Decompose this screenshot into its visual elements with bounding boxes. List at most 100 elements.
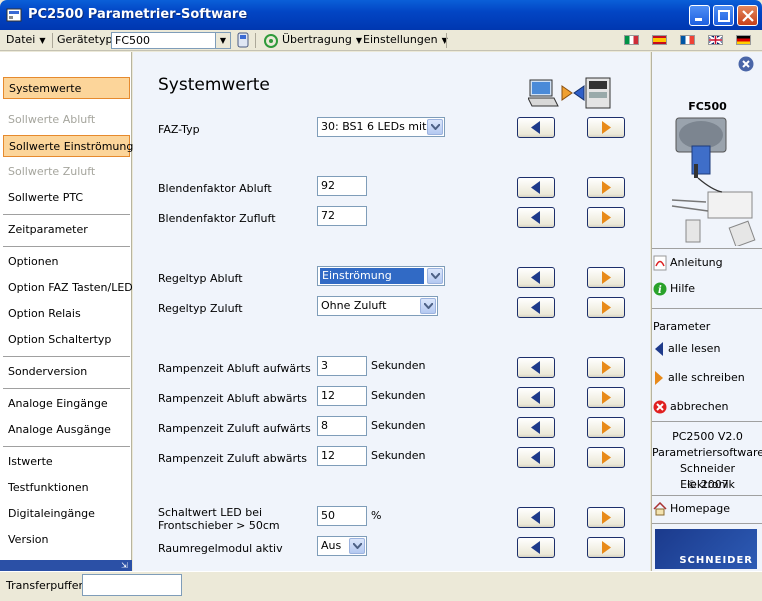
regeltyp-zuluft-select[interactable]: Ohne Zuluft <box>317 296 438 316</box>
read-blendenfaktor-abluft-button[interactable] <box>517 177 555 198</box>
write-rampenzeit-zuluft-abwaerts-button[interactable] <box>587 447 625 468</box>
device-type-select[interactable]: FC500 ▼ <box>111 32 231 49</box>
read-blendenfaktor-zufluft-button[interactable] <box>517 207 555 228</box>
arrow-right-icon <box>602 541 611 554</box>
minimize-button[interactable] <box>689 5 710 26</box>
close-panel-icon[interactable] <box>738 56 754 72</box>
panel-divider <box>652 523 762 524</box>
read-regeltyp-abluft-button[interactable] <box>517 267 555 288</box>
homepage-link[interactable]: Homepage <box>653 501 730 516</box>
help-link[interactable]: i Hilfe <box>653 282 695 296</box>
menu-transfer[interactable]: Übertragung ▼ <box>282 33 362 46</box>
device-name: FC500 <box>688 100 727 113</box>
sidebar-item-version[interactable]: Version <box>3 529 130 551</box>
read-all-button[interactable]: alle lesen <box>653 342 720 356</box>
arrow-left-icon <box>531 121 540 134</box>
sidebar-item-optionen[interactable]: Optionen <box>3 251 130 273</box>
close-icon <box>742 10 754 22</box>
menu-settings[interactable]: Einstellungen ▼ <box>363 33 448 46</box>
manual-link[interactable]: Anleitung <box>653 255 723 271</box>
sidebar-item-testfunktionen[interactable]: Testfunktionen <box>3 477 130 499</box>
faz-type-select[interactable]: 30: BS1 6 LEDs mit E <box>317 117 445 137</box>
close-button[interactable] <box>737 5 758 26</box>
flag-germany-icon[interactable] <box>736 35 751 45</box>
page-title: Systemwerte <box>158 75 270 95</box>
raumregelmodul-select[interactable]: Aus <box>317 536 367 556</box>
write-blendenfaktor-abluft-button[interactable] <box>587 177 625 198</box>
arrow-left-icon <box>531 181 540 194</box>
read-rampenzeit-zuluft-aufwaerts-button[interactable] <box>517 417 555 438</box>
maximize-button[interactable] <box>713 5 734 26</box>
flag-france-icon[interactable] <box>680 35 695 45</box>
blendenfaktor-zufluft-input[interactable]: 72 <box>317 206 367 226</box>
sidebar-item-sollwerte-einstroemung[interactable]: Sollwerte Einströmung <box>3 135 133 157</box>
arrow-right-icon <box>602 121 611 134</box>
sidebar-item-sonderversion[interactable]: Sonderversion <box>3 361 130 383</box>
sidebar-item-digitaleingaenge[interactable]: Digitaleingänge <box>3 503 130 525</box>
sidebar-item-systemwerte[interactable]: Systemwerte <box>3 77 130 99</box>
read-rampenzeit-abluft-abwaerts-button[interactable] <box>517 387 555 408</box>
resize-grip-icon[interactable]: ⇲ <box>121 561 130 570</box>
write-regeltyp-abluft-button[interactable] <box>587 267 625 288</box>
read-schaltwert-led-button[interactable] <box>517 507 555 528</box>
percent-unit-label: % <box>371 509 382 522</box>
write-rampenzeit-zuluft-aufwaerts-button[interactable] <box>587 417 625 438</box>
sidebar-item-analoge-ausgaenge[interactable]: Analoge Ausgänge <box>3 419 130 441</box>
arrow-left-icon <box>531 361 540 374</box>
menu-separator <box>255 33 256 48</box>
sidebar-item-istwerte[interactable]: Istwerte <box>3 451 130 473</box>
write-blendenfaktor-zufluft-button[interactable] <box>587 207 625 228</box>
read-rampenzeit-zuluft-abwaerts-button[interactable] <box>517 447 555 468</box>
read-raumregelmodul-button[interactable] <box>517 537 555 558</box>
schneider-logo: SCHNEIDER <box>655 529 757 569</box>
write-rampenzeit-abluft-abwaerts-button[interactable] <box>587 387 625 408</box>
minimize-icon <box>695 18 702 21</box>
transfer-icon <box>264 34 278 48</box>
device-icon[interactable] <box>237 32 249 48</box>
schaltwert-led-label-line2: Frontschieber > 50cm <box>158 519 280 532</box>
main-panel: Systemwerte FAZ-Typ 30: BS1 6 LEDs mit E… <box>133 52 650 571</box>
write-all-button[interactable]: alle schreiben <box>653 371 745 385</box>
flag-spain-icon[interactable] <box>652 35 667 45</box>
rampenzeit-abluft-aufwaerts-input[interactable]: 3 <box>317 356 367 376</box>
unit-label: Sekunden <box>371 389 426 402</box>
sidebar-item-option-faz-tasten-leds[interactable]: Option FAZ Tasten/LEDs <box>3 277 139 299</box>
sidebar-item-sollwerte-abluft[interactable]: Sollwerte Abluft <box>3 109 130 131</box>
arrow-left-icon <box>531 451 540 464</box>
arrow-right-icon <box>602 271 611 284</box>
rampenzeit-zuluft-aufwaerts-input[interactable]: 8 <box>317 416 367 436</box>
rampenzeit-abluft-abwaerts-input[interactable]: 12 <box>317 386 367 406</box>
read-rampenzeit-abluft-aufwaerts-button[interactable] <box>517 357 555 378</box>
regeltyp-zuluft-label: Regeltyp Zuluft <box>158 302 243 315</box>
write-rampenzeit-abluft-aufwaerts-button[interactable] <box>587 357 625 378</box>
read-regeltyp-zuluft-button[interactable] <box>517 297 555 318</box>
app-icon <box>6 8 22 22</box>
sidebar-item-sollwerte-ptc[interactable]: Sollwerte PTC <box>3 187 130 209</box>
sidebar-item-sollwerte-zuluft[interactable]: Sollwerte Zuluft <box>3 161 130 183</box>
chevron-down-icon <box>427 268 443 284</box>
svg-text:i: i <box>658 285 662 296</box>
chevron-down-icon <box>420 298 436 314</box>
cancel-button[interactable]: abbrechen <box>653 400 729 414</box>
faz-type-label: FAZ-Typ <box>158 123 200 136</box>
transfer-buffer-field[interactable] <box>82 574 182 596</box>
schaltwert-led-input[interactable]: 50 <box>317 506 367 526</box>
regeltyp-abluft-select[interactable]: Einströmung <box>317 266 445 286</box>
write-schaltwert-led-button[interactable] <box>587 507 625 528</box>
arrow-right-icon <box>602 421 611 434</box>
read-faz-type-button[interactable] <box>517 117 555 138</box>
info-icon: i <box>653 282 667 296</box>
sidebar-divider <box>3 388 130 389</box>
sidebar-item-analoge-eingaenge[interactable]: Analoge Eingänge <box>3 393 130 415</box>
flag-uk-icon[interactable] <box>708 35 723 45</box>
write-faz-type-button[interactable] <box>587 117 625 138</box>
menu-file[interactable]: Datei ▼ <box>6 33 46 46</box>
flag-italy-icon[interactable] <box>624 35 639 45</box>
sidebar-item-option-schaltertyp[interactable]: Option Schaltertyp <box>3 329 130 351</box>
write-raumregelmodul-button[interactable] <box>587 537 625 558</box>
write-regeltyp-zuluft-button[interactable] <box>587 297 625 318</box>
sidebar-item-zeitparameter[interactable]: Zeitparameter <box>3 219 130 241</box>
blendenfaktor-abluft-input[interactable]: 92 <box>317 176 367 196</box>
rampenzeit-zuluft-abwaerts-input[interactable]: 12 <box>317 446 367 466</box>
sidebar-item-option-relais[interactable]: Option Relais <box>3 303 130 325</box>
